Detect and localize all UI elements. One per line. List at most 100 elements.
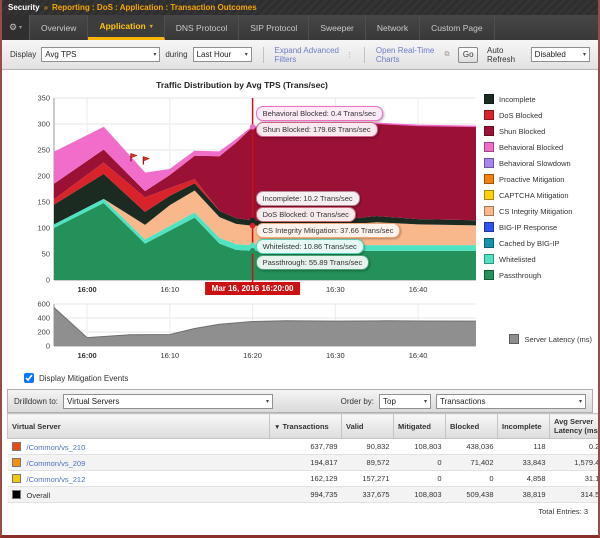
legend-swatch — [484, 126, 494, 136]
column-header-blocked[interactable]: Blocked — [446, 414, 498, 439]
svg-text:16:20: 16:20 — [243, 351, 262, 360]
cell-value: 31.15 — [550, 471, 600, 487]
table-row: /Common/vs_212162,129157,271004,85831.15 — [8, 471, 600, 487]
column-header-avg-server-latency-ms[interactable]: Avg Server Latency (ms) — [550, 414, 600, 439]
cell-value: 1,579.47 — [550, 455, 600, 471]
svg-text:16:00: 16:00 — [78, 351, 97, 360]
column-header-virtual-server[interactable]: Virtual Server — [8, 414, 270, 439]
tab-label: SIP Protocol — [250, 23, 297, 33]
chart-tooltip: CS Integrity Mitigation: 37.66 Trans/sec — [256, 223, 401, 238]
open-realtime-charts-link[interactable]: Open Real-Time Charts — [376, 46, 438, 64]
legend-item-proactive-mitigation: Proactive Mitigation — [484, 174, 592, 184]
time-marker-label: Mar 16, 2016 16:20:00 — [205, 282, 301, 295]
cell-value: 0 — [446, 471, 498, 487]
svg-text:16:30: 16:30 — [326, 351, 345, 360]
expand-advanced-filters-link[interactable]: Expand Advanced Filters — [275, 46, 340, 64]
drilldown-select[interactable]: Virtual Servers ▾ — [63, 394, 273, 409]
tab-sip-protocol[interactable]: SIP Protocol — [239, 15, 309, 40]
legend-label: Shun Blocked — [499, 127, 545, 136]
column-header-transactions[interactable]: ▼Transactions — [270, 414, 342, 439]
virtual-server-link[interactable]: /Common/vs_212 — [27, 475, 86, 484]
svg-text:16:10: 16:10 — [160, 285, 179, 294]
auto-refresh-label: Auto Refresh — [487, 46, 526, 64]
svg-text:16:00: 16:00 — [78, 285, 97, 294]
traffic-chart-region: 05010015020025030035016:0016:1016:2016:3… — [2, 92, 598, 300]
svg-text:16:30: 16:30 — [326, 285, 345, 294]
virtual-servers-table: Virtual Server▼TransactionsValidMitigate… — [7, 413, 600, 503]
auto-refresh-select[interactable]: Disabled ▾ — [531, 47, 590, 62]
cell-value: 637,789 — [270, 439, 342, 455]
sort-desc-icon: ▼ — [274, 424, 280, 431]
legend-swatch — [484, 174, 494, 184]
breadcrumb-separator: » — [44, 3, 48, 12]
cell-value: 337,675 — [342, 487, 394, 503]
display-select[interactable]: Avg TPS ▾ — [41, 47, 160, 62]
svg-text:16:40: 16:40 — [409, 351, 428, 360]
tab-label: Sweeper — [320, 23, 354, 33]
virtual-server-link[interactable]: /Common/vs_210 — [27, 443, 86, 452]
legend-item-cached-by-big-ip: Cached by BIG-IP — [484, 238, 592, 248]
tab-network[interactable]: Network — [366, 15, 420, 40]
cell-value: 4,858 — [498, 471, 550, 487]
column-header-incomplete[interactable]: Incomplete — [498, 414, 550, 439]
legend-swatch — [484, 206, 494, 216]
legend-label: Behavioral Slowdown — [499, 159, 571, 168]
total-entries: Total Entries: 3 — [12, 507, 588, 516]
row-color-swatch — [12, 442, 21, 451]
cell-value: 0 — [394, 471, 446, 487]
settings-menu-button[interactable]: ⚙ ▾ — [2, 15, 30, 40]
order-by-label: Order by: — [341, 397, 374, 406]
mitigation-event-flag — [131, 153, 137, 158]
chevron-down-icon: ▾ — [245, 51, 248, 58]
legend-item-incomplete: Incomplete — [484, 94, 592, 104]
virtual-server-link[interactable]: /Common/vs_209 — [27, 459, 86, 468]
tab-label: Custom Page — [431, 23, 483, 33]
go-button[interactable]: Go — [458, 47, 478, 63]
display-mitigation-events-checkbox[interactable] — [24, 373, 34, 383]
legend-item-whitelisted: Whitelisted — [484, 254, 592, 264]
marker-dot — [250, 242, 256, 248]
latency-chart-region: 020040060016:0016:1016:2016:3016:40 Serv… — [2, 300, 598, 366]
tab-overview[interactable]: Overview — [30, 15, 88, 40]
cell-value: 0.28 — [550, 439, 600, 455]
tab-sweeper[interactable]: Sweeper — [309, 15, 366, 40]
cell-value: 0 — [394, 455, 446, 471]
legend-item-passthrough: Passthrough — [484, 270, 592, 280]
legend-label: CS Integrity Mitigation — [499, 207, 572, 216]
cell-value: 108,803 — [394, 487, 446, 503]
tab-application[interactable]: Application▾ — [88, 15, 164, 40]
column-header-valid[interactable]: Valid — [342, 414, 394, 439]
legend-swatch — [509, 334, 519, 344]
marker-dot — [250, 223, 256, 229]
latency-chart-svg: 020040060016:0016:1016:2016:3016:40 — [14, 300, 486, 364]
legend-item-cs-integrity-mitigation: CS Integrity Mitigation — [484, 206, 592, 216]
gear-icon: ⚙ — [9, 22, 17, 33]
chevron-down-icon: ▾ — [19, 24, 22, 31]
expand-icon: ⋮ — [346, 51, 353, 59]
filter-toolbar: Display Avg TPS ▾ during Last Hour ▾ Exp… — [2, 40, 598, 70]
svg-text:16:10: 16:10 — [160, 351, 179, 360]
chevron-down-icon: ▾ — [150, 23, 153, 30]
tab-custom-page[interactable]: Custom Page — [420, 15, 495, 40]
order-field-value: Transactions — [440, 397, 486, 406]
chart-legend: IncompleteDoS BlockedShun BlockedBehavio… — [484, 94, 592, 280]
order-direction-select[interactable]: Top ▾ — [379, 394, 431, 409]
order-field-select[interactable]: Transactions ▾ — [436, 394, 586, 409]
drilldown-select-value: Virtual Servers — [67, 397, 119, 406]
legend-item-captcha-mitigation: CAPTCHA Mitigation — [484, 190, 592, 200]
during-select-value: Last Hour — [197, 50, 232, 59]
during-select[interactable]: Last Hour ▾ — [193, 47, 252, 62]
legend-item-shun-blocked: Shun Blocked — [484, 126, 592, 136]
tab-dns-protocol[interactable]: DNS Protocol — [165, 15, 240, 40]
legend-swatch — [484, 222, 494, 232]
column-header-mitigated[interactable]: Mitigated — [394, 414, 446, 439]
tab-label: Overview — [41, 23, 76, 33]
drilldown-bar: Drilldown to: Virtual Servers ▾ Order by… — [7, 389, 593, 413]
legend-swatch — [484, 142, 494, 152]
mitigation-event-flag — [143, 157, 149, 162]
chart-title: Traffic Distribution by Avg TPS (Trans/s… — [2, 70, 482, 92]
svg-text:250: 250 — [37, 146, 50, 155]
cell-value: 71,402 — [446, 455, 498, 471]
cell-value: 314.59 — [550, 487, 600, 503]
svg-text:16:40: 16:40 — [409, 285, 428, 294]
